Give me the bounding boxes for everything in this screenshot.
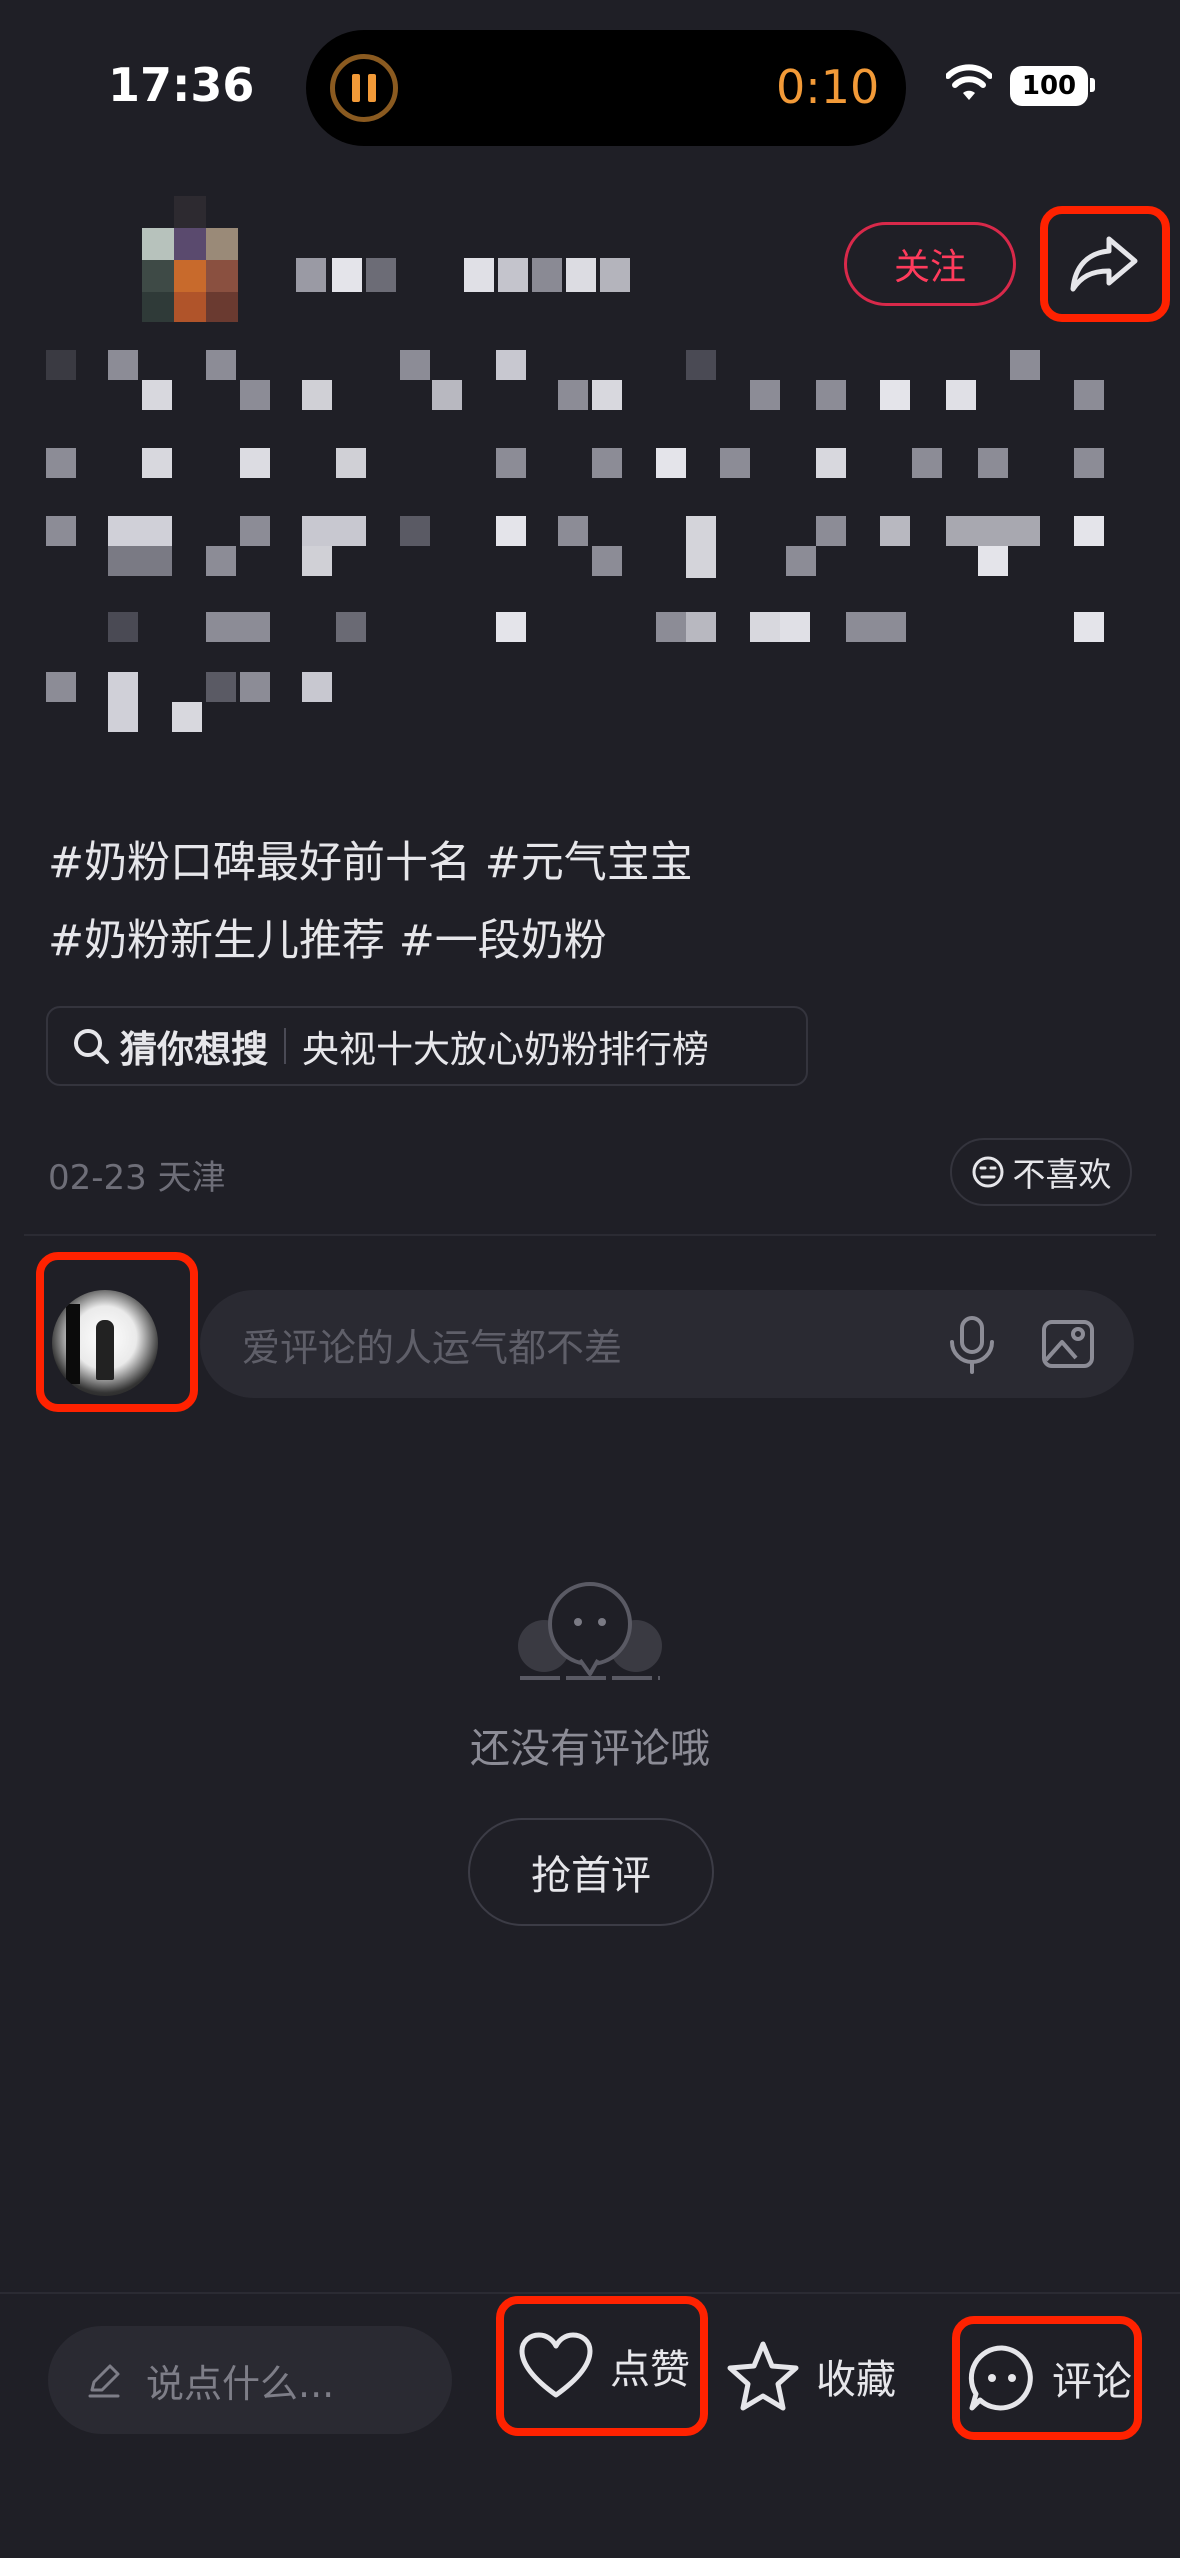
share-button[interactable] (1040, 206, 1170, 322)
guess-label: 猜你想搜 (120, 1028, 268, 1071)
like-label: 点赞 (610, 2347, 690, 2393)
guess-query: 央视十大放心奶粉排行榜 (302, 1028, 709, 1071)
say-something-input[interactable]: 说点什么... (48, 2326, 452, 2434)
author-name[interactable] (296, 258, 656, 292)
pencil-icon (88, 2364, 120, 2398)
battery-cap (1090, 78, 1095, 92)
say-placeholder: 说点什么... (146, 2361, 335, 2406)
follow-button[interactable]: 关注 (844, 222, 1016, 306)
neutral-face-icon (972, 1156, 1003, 1188)
empty-comments-message: 还没有评论哦 (470, 1726, 710, 1772)
favorite-label: 收藏 (816, 2357, 896, 2403)
guess-search-chip[interactable]: 猜你想搜 央视十大放心奶粉排行榜 (46, 1006, 808, 1086)
hashtag-block: #奶粉口碑最好前十名 #元气宝宝 #奶粉新生儿推荐 #一段奶粉 (48, 824, 1128, 980)
bottom-bar-divider (0, 2292, 1180, 2294)
status-time: 17:36 (108, 58, 255, 112)
empty-comments-icon (518, 1582, 662, 1680)
post-body-redacted (46, 350, 1104, 732)
first-comment-button[interactable]: 抢首评 (468, 1818, 714, 1926)
comment-button[interactable]: 评论 (952, 2316, 1142, 2440)
my-avatar[interactable] (52, 1290, 158, 1396)
section-divider (24, 1234, 1156, 1236)
search-icon (74, 1029, 109, 1064)
battery-indicator: 100 (1010, 66, 1088, 106)
comment-bubble-icon (968, 2345, 1033, 2411)
star-icon (727, 2341, 799, 2411)
hashtags-line-1[interactable]: #奶粉口碑最好前十名 #元气宝宝 (48, 824, 1128, 902)
author-avatar[interactable] (142, 196, 242, 322)
heart-icon (519, 2332, 593, 2398)
share-arrow-icon (1070, 236, 1138, 292)
favorite-button[interactable]: 收藏 (726, 2316, 926, 2436)
microphone-icon[interactable] (944, 1314, 1000, 1374)
comment-label: 评论 (1052, 2359, 1132, 2405)
dislike-button[interactable]: 不喜欢 (950, 1138, 1132, 1206)
image-icon[interactable] (1040, 1316, 1096, 1372)
like-button[interactable]: 点赞 (496, 2296, 708, 2436)
dislike-label: 不喜欢 (1012, 1155, 1112, 1194)
hashtags-line-2[interactable]: #奶粉新生儿推荐 #一段奶粉 (48, 902, 1128, 980)
post-date-location: 02-23 天津 (48, 1158, 226, 1198)
pause-icon[interactable] (330, 54, 398, 122)
wifi-icon (946, 64, 992, 100)
guess-separator (284, 1028, 286, 1064)
media-timer: 0:10 (776, 60, 880, 114)
